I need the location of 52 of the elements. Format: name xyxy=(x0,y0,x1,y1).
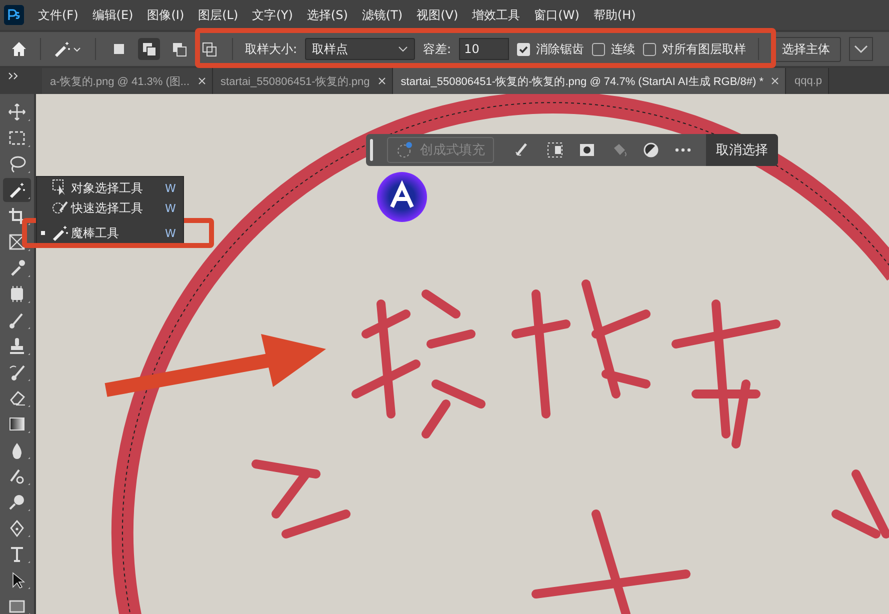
tolerance-field[interactable]: 10 xyxy=(459,38,510,60)
deselect-button[interactable]: 取消选择 xyxy=(706,134,778,166)
shortcut-key: W xyxy=(165,202,183,214)
flyout-item-label: 魔棒工具 xyxy=(71,224,120,242)
menu-item[interactable]: 图层(L) xyxy=(198,6,238,24)
sample-size-label: 取样大小: xyxy=(245,40,298,58)
close-icon[interactable] xyxy=(771,77,780,85)
checkbox[interactable] xyxy=(643,42,656,56)
document-tab[interactable]: qqq.p xyxy=(786,68,830,94)
flyout-item-label: 对象选择工具 xyxy=(71,180,144,196)
ai-logo-icon xyxy=(376,171,428,223)
menu-item[interactable]: 视图(V) xyxy=(416,6,458,24)
dashed-square-icon[interactable] xyxy=(546,141,564,159)
sparkle-circle-icon xyxy=(396,141,414,159)
shortcut-key: W xyxy=(165,182,183,194)
menu-item[interactable]: 文字(Y) xyxy=(252,6,293,24)
checkbox-label: 消除锯齿 xyxy=(536,40,584,58)
flyout-item-label: 快速选择工具 xyxy=(71,200,144,216)
document-tab[interactable]: startai_550806451-恢复的-恢复的.png @ 74.7% (StartAI AI生成 RGB/8#) * xyxy=(392,68,786,94)
menu-item[interactable]: 文件(F) xyxy=(38,6,78,24)
drag-handle[interactable] xyxy=(370,139,373,161)
menu-item[interactable]: 窗口(W) xyxy=(534,6,580,24)
flyout-menu-item[interactable]: 魔棒工具 W xyxy=(37,223,183,243)
document-tab[interactable]: a-恢复的.png @ 41.3% (图... xyxy=(42,68,213,94)
magic-wand-icon[interactable] xyxy=(53,40,83,58)
sample-size-dropdown[interactable]: 取样点 xyxy=(305,38,416,60)
tolerance-label: 容差: xyxy=(423,40,452,58)
selection-mode-icon[interactable] xyxy=(138,38,160,60)
caret-icon xyxy=(398,46,408,52)
close-icon[interactable] xyxy=(198,77,206,85)
close-icon[interactable] xyxy=(378,77,386,85)
shortcut-key: W xyxy=(165,226,183,240)
magic-wand-icon[interactable] xyxy=(3,178,31,202)
checkbox[interactable] xyxy=(517,42,530,56)
mask-icon[interactable] xyxy=(578,141,596,159)
checkbox-label: 对所有图层取样 xyxy=(662,40,746,58)
menu-item[interactable]: 增效工具 xyxy=(472,6,520,24)
menu-item[interactable]: 帮助(H) xyxy=(593,6,636,24)
checkbox-label: 连续 xyxy=(611,40,636,58)
menu-item[interactable]: 编辑(E) xyxy=(92,6,134,24)
flyout-menu-item[interactable]: 对象选择工具 W xyxy=(37,178,183,198)
magic-wand-icon xyxy=(51,224,69,242)
menu-item[interactable]: 滤镜(T) xyxy=(362,6,403,24)
home-icon[interactable] xyxy=(10,40,28,58)
menu-item[interactable]: 图像(I) xyxy=(147,6,184,24)
document-tab[interactable]: startai_550806451-恢复的.png xyxy=(212,68,393,94)
dropdown-caret-icon[interactable] xyxy=(849,37,874,61)
flyout-menu-item[interactable]: 快速选择工具 W xyxy=(37,198,183,218)
app-logo-icon xyxy=(4,5,24,25)
checkbox[interactable] xyxy=(592,42,606,56)
menu-item[interactable]: 选择(S) xyxy=(306,6,348,24)
half-circle-icon[interactable] xyxy=(642,141,660,159)
